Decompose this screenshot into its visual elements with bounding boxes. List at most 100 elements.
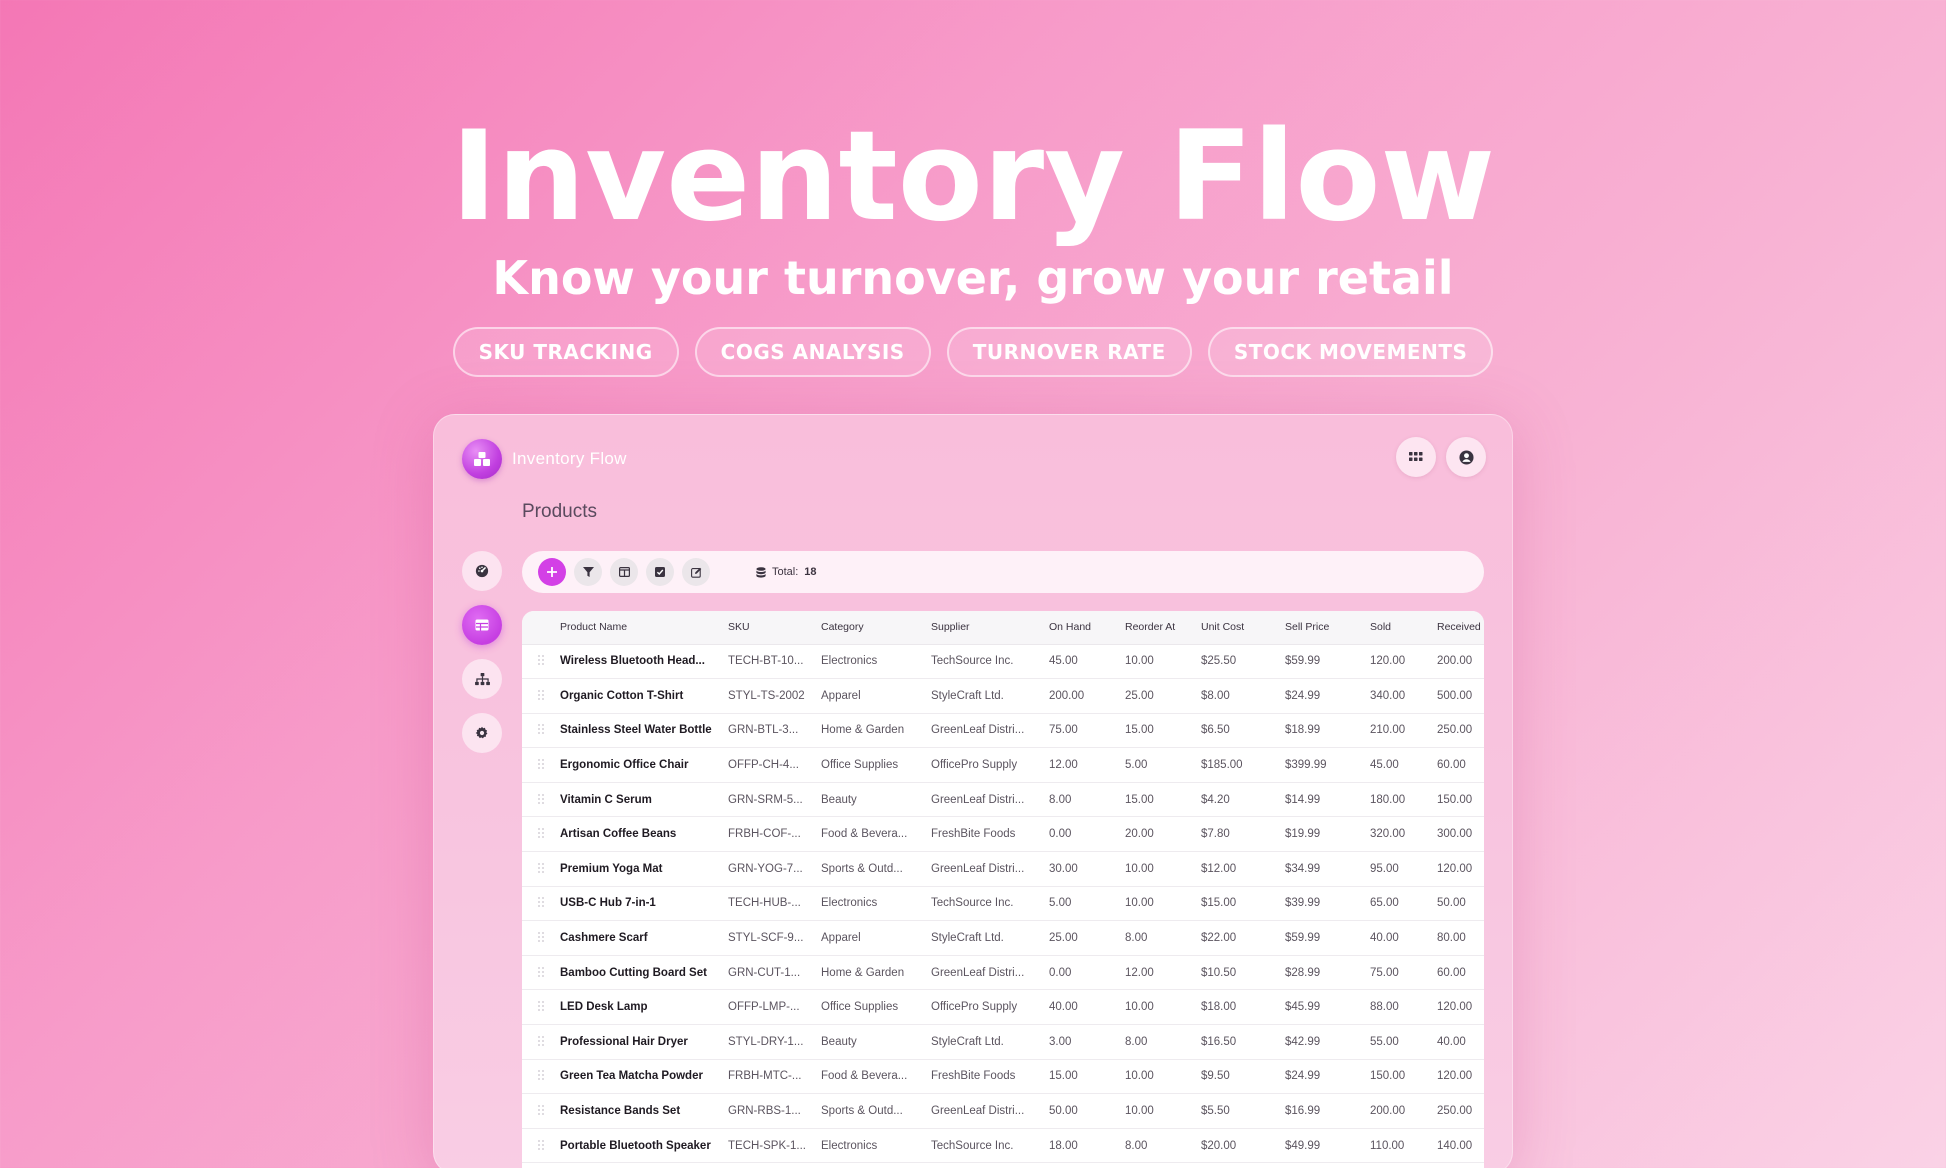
sell-price-cell: $28.99 — [1285, 955, 1370, 991]
drag-handle-icon[interactable] — [522, 955, 560, 991]
sell-price-cell: $19.99 — [1285, 816, 1370, 853]
drag-handle-icon[interactable] — [522, 1059, 560, 1095]
column-header[interactable]: Supplier — [931, 611, 1049, 645]
product-name-cell: Vitamin C Serum — [560, 782, 728, 818]
table-row[interactable]: Wireless Bluetooth Head... TECH-BT-10... E… — [522, 644, 1484, 680]
column-header[interactable]: Unit Cost — [1201, 611, 1285, 645]
sku-cell: TECH-HUB-... — [728, 886, 821, 922]
column-header[interactable]: Sold — [1370, 611, 1437, 645]
table-row[interactable]: Organic Cotton T-Shirt STYL-TS-2002 Appare… — [522, 678, 1484, 714]
drag-handle-icon[interactable] — [522, 851, 560, 887]
table-row[interactable]: Premium Yoga Mat GRN-YOG-7... Sports & Out… — [522, 851, 1484, 887]
category-cell: Sports & Outd... — [821, 1093, 931, 1129]
table-row[interactable]: Ergonomic Office Chair OFFP-CH-4... Office… — [522, 747, 1484, 783]
column-header[interactable]: Product Name — [560, 611, 728, 645]
edit-icon — [690, 567, 701, 578]
supplier-cell: GreenLeaf Distri... — [931, 713, 1049, 749]
table-row[interactable]: Portable Bluetooth Speaker TECH-SPK-1... E… — [522, 1128, 1484, 1164]
sold-cell: 95.00 — [1370, 851, 1437, 887]
total-value: 18 — [804, 566, 817, 578]
column-header[interactable]: Received — [1437, 611, 1484, 645]
unit-cost-cell: $5.50 — [1201, 1093, 1285, 1129]
product-name-cell: Portable Bluetooth Speaker — [560, 1128, 728, 1164]
sold-cell: 55.00 — [1370, 1024, 1437, 1060]
columns-button[interactable] — [610, 558, 638, 586]
drag-handle-icon[interactable] — [522, 713, 560, 749]
reorder-at-cell: 15.00 — [1125, 782, 1201, 818]
table-row[interactable]: Green Tea Matcha Powder FRBH-MTC-... Food … — [522, 1059, 1484, 1095]
drag-handle-icon[interactable] — [522, 678, 560, 714]
received-cell: 40.00 — [1437, 1024, 1484, 1060]
product-name-cell: Green Tea Matcha Powder — [560, 1059, 728, 1095]
edit-button[interactable] — [682, 558, 710, 586]
reorder-at-cell: 10.00 — [1125, 1059, 1201, 1095]
category-cell: Apparel — [821, 920, 931, 956]
category-cell: Beauty — [821, 782, 931, 818]
table-row[interactable]: Stainless Steel Water Bottle GRN-BTL-3...… — [522, 713, 1484, 749]
unit-cost-cell: $9.50 — [1201, 1059, 1285, 1095]
database-icon — [756, 566, 766, 578]
sell-price-cell: $45.99 — [1285, 989, 1370, 1026]
on-hand-cell: 3.00 — [1049, 1024, 1125, 1060]
table-row[interactable]: Professional Hair Dryer STYL-DRY-1... Beau… — [522, 1024, 1484, 1060]
sidebar-item-dashboard[interactable] — [462, 551, 502, 591]
product-name-cell: Organic Cotton T-Shirt — [560, 678, 728, 714]
drag-handle-icon[interactable] — [522, 1024, 560, 1060]
column-header[interactable]: Reorder At — [1125, 611, 1201, 645]
brand-name: Inventory Flow — [512, 449, 627, 468]
sku-cell: FRBH-COF-... — [728, 816, 821, 853]
drag-handle-icon[interactable] — [522, 989, 560, 1026]
unit-cost-cell: $16.50 — [1201, 1024, 1285, 1060]
select-button[interactable] — [646, 558, 674, 586]
drag-handle-icon[interactable] — [522, 1093, 560, 1129]
supplier-cell: GreenLeaf Distri... — [931, 851, 1049, 887]
table-row[interactable]: Resistance Bands Set GRN-RBS-1... Sports &… — [522, 1093, 1484, 1129]
drag-handle-icon[interactable] — [522, 644, 560, 680]
drag-handle-icon[interactable] — [522, 886, 560, 922]
add-product-button[interactable] — [538, 558, 566, 586]
table-row[interactable]: Bamboo Cutting Board Set GRN-CUT-1... Home… — [522, 955, 1484, 991]
sold-cell: 200.00 — [1370, 1093, 1437, 1129]
sku-cell: OFFP-LMP-... — [728, 989, 821, 1026]
sell-price-cell: $49.99 — [1285, 1128, 1370, 1164]
column-header[interactable]: Category — [821, 611, 931, 645]
sell-price-cell: $24.99 — [1285, 678, 1370, 714]
table-row[interactable]: Artisan Coffee Beans FRBH-COF-... Food & B… — [522, 816, 1484, 853]
product-name-cell: Resistance Bands Set — [560, 1093, 728, 1129]
sidebar-item-products[interactable] — [462, 605, 502, 645]
reorder-at-cell: 8.00 — [1125, 1024, 1201, 1060]
product-name-cell: LED Desk Lamp — [560, 989, 728, 1026]
on-hand-cell: 8.00 — [1049, 782, 1125, 818]
drag-handle-icon[interactable] — [522, 1128, 560, 1164]
sku-cell: GRN-BTL-3... — [728, 713, 821, 749]
sidebar-item-hierarchy[interactable] — [462, 659, 502, 699]
sell-price-cell: $34.99 — [1285, 851, 1370, 887]
drag-handle-icon[interactable] — [522, 782, 560, 818]
column-header[interactable]: SKU — [728, 611, 821, 645]
account-button[interactable] — [1446, 437, 1486, 477]
hero-title: Inventory Flow — [450, 105, 1496, 249]
apps-button[interactable] — [1396, 437, 1436, 477]
drag-handle-icon[interactable] — [522, 747, 560, 783]
filter-button[interactable] — [574, 558, 602, 586]
supplier-cell: TechSource Inc. — [931, 644, 1049, 680]
category-cell: Apparel — [821, 678, 931, 714]
column-header[interactable]: On Hand — [1049, 611, 1125, 645]
table-row[interactable]: Vitamin C Serum GRN-SRM-5... Beauty GreenLe… — [522, 782, 1484, 818]
sidebar-item-settings[interactable] — [462, 713, 502, 753]
drag-handle-icon[interactable] — [522, 816, 560, 853]
on-hand-cell: 40.00 — [1049, 989, 1125, 1026]
on-hand-cell: 0.00 — [1049, 816, 1125, 853]
reorder-at-cell: 10.00 — [1125, 851, 1201, 887]
table-row[interactable]: USB-C Hub 7-in-1 TECH-HUB-... Electronics T… — [522, 886, 1484, 922]
table-header: Product Name SKU Category Supplier On Ha… — [522, 611, 1484, 645]
table-row[interactable]: Cashmere Scarf STYL-SCF-9... Apparel StyleC… — [522, 920, 1484, 956]
category-cell: Electronics — [821, 1128, 931, 1164]
on-hand-cell: 12.00 — [1049, 747, 1125, 783]
received-cell: 60.00 — [1437, 955, 1484, 991]
drag-handle-icon[interactable] — [522, 920, 560, 956]
brand[interactable]: Inventory Flow — [462, 439, 627, 479]
table-row[interactable]: LED Desk Lamp OFFP-LMP-... Office Supplies… — [522, 989, 1484, 1026]
sold-cell: 110.00 — [1370, 1128, 1437, 1164]
column-header[interactable]: Sell Price — [1285, 611, 1370, 645]
